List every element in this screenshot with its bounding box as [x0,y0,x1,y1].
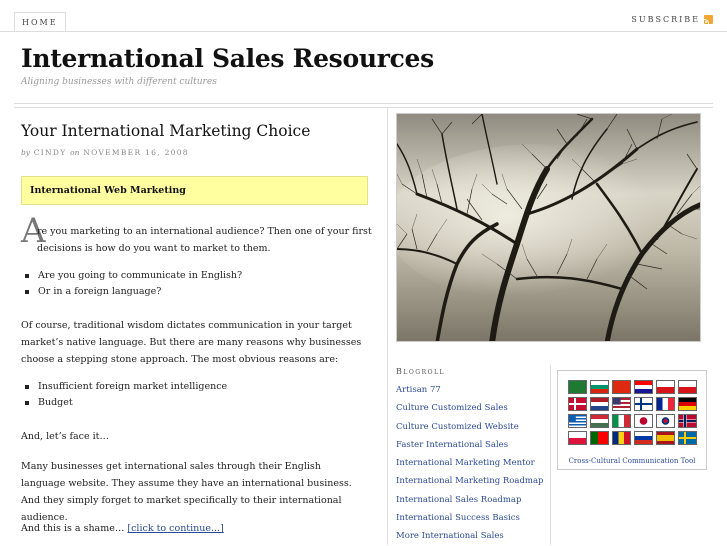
list-item: Are you going to communicate in English? [21,268,242,284]
post-paragraph: And, let’s face it… [21,431,109,442]
greece-flag-icon[interactable] [568,414,587,428]
blogroll-link[interactable]: International Marketing Roadmap [396,472,543,490]
germany-flag-icon[interactable] [678,397,697,411]
portugal-flag-icon[interactable] [590,431,609,445]
poland-flag-icon[interactable] [568,431,587,445]
blogroll-link[interactable]: Artisan 77 [396,381,543,399]
post-closing-text: And this is a shame… [21,523,125,534]
continue-reading-link[interactable]: [click to continue...] [127,523,223,534]
subscribe-link[interactable]: SUBSCRIBE [631,15,713,24]
post-date: NOVEMBER 16, 2008 [83,148,189,157]
czech-republic-flag-icon[interactable] [678,380,697,394]
sidebar-divider [550,365,551,545]
post-paragraph: Of course, traditional wisdom dictates c… [21,320,362,365]
rss-feed-icon[interactable] [704,15,713,24]
top-navigation: HOME SUBSCRIBE [0,0,727,32]
blogroll-link[interactable]: International Marketing Mentor [396,454,543,472]
cross-cultural-tool-widget[interactable]: Cross-Cultural Communication Tool [557,370,707,470]
blogroll-link[interactable]: International Sales Roadmap [396,491,543,509]
spain-flag-icon[interactable] [656,431,675,445]
header-divider [14,103,713,108]
united-states-flag-icon[interactable] [612,397,631,411]
byline-by: by [21,148,31,157]
czech-republic-flag-icon[interactable] [656,380,675,394]
post-intro-paragraph: re you marketing to an international aud… [37,226,372,254]
subscribe-label[interactable]: SUBSCRIBE [631,15,700,24]
flag-grid[interactable] [568,380,697,445]
blogroll-link[interactable]: Culture Customized Website [396,418,543,436]
highlight-box: International Web Marketing [21,176,368,205]
saudi-arabia-flag-icon[interactable] [568,380,587,394]
japan-flag-icon[interactable] [634,414,653,428]
russia-flag-icon[interactable] [634,431,653,445]
list-item: Budget [21,395,227,411]
blogroll-list: Artisan 77 Culture Customized Sales Cult… [396,381,543,546]
reasons-list: Insufficient foreign market intelligence… [21,379,227,411]
hungary-flag-icon[interactable] [590,414,609,428]
south-korea-flag-icon[interactable] [656,414,675,428]
post-author: CINDY [33,148,67,157]
column-divider [387,107,388,545]
tree-branches-image [397,114,700,341]
blogroll-link[interactable]: Culture Customized Sales [396,399,543,417]
denmark-flag-icon[interactable] [568,397,587,411]
sweden-flag-icon[interactable] [678,431,697,445]
list-item: Insufficient foreign market intelligence [21,379,227,395]
blogroll-link[interactable]: More International Sales [396,527,543,545]
norway-flag-icon[interactable] [678,414,697,428]
list-item: Or in a foreign language? [21,284,242,300]
blogroll-heading: Blogroll [396,367,445,376]
italy-flag-icon[interactable] [612,414,631,428]
netherlands-flag-icon[interactable] [590,397,609,411]
tree-branches-photo [396,113,701,342]
post-title[interactable]: Your International Marketing Choice [21,122,310,140]
post-paragraph: And this is a shame… [click to continue.… [21,520,366,537]
site-title[interactable]: International Sales Resources [21,44,434,73]
byline-on: on [70,148,80,157]
nav-home-tab[interactable]: HOME [14,12,66,31]
finland-flag-icon[interactable] [634,397,653,411]
croatia-flag-icon[interactable] [634,380,653,394]
site-tagline: Aligning businesses with different cultu… [21,77,217,87]
china-flag-icon[interactable] [612,380,631,394]
romania-flag-icon[interactable] [612,431,631,445]
post-byline: by CINDY on NOVEMBER 16, 2008 [21,148,189,157]
question-list: Are you going to communicate in English?… [21,268,242,300]
bulgaria-flag-icon[interactable] [590,380,609,394]
blogroll-link[interactable]: International Success Basics [396,509,543,527]
blogroll-link[interactable]: Faster International Sales [396,436,543,454]
highlight-heading: International Web Marketing [30,185,186,196]
france-flag-icon[interactable] [656,397,675,411]
post-paragraph: Many businesses get international sales … [21,461,352,523]
widget-caption[interactable]: Cross-Cultural Communication Tool [558,457,706,465]
